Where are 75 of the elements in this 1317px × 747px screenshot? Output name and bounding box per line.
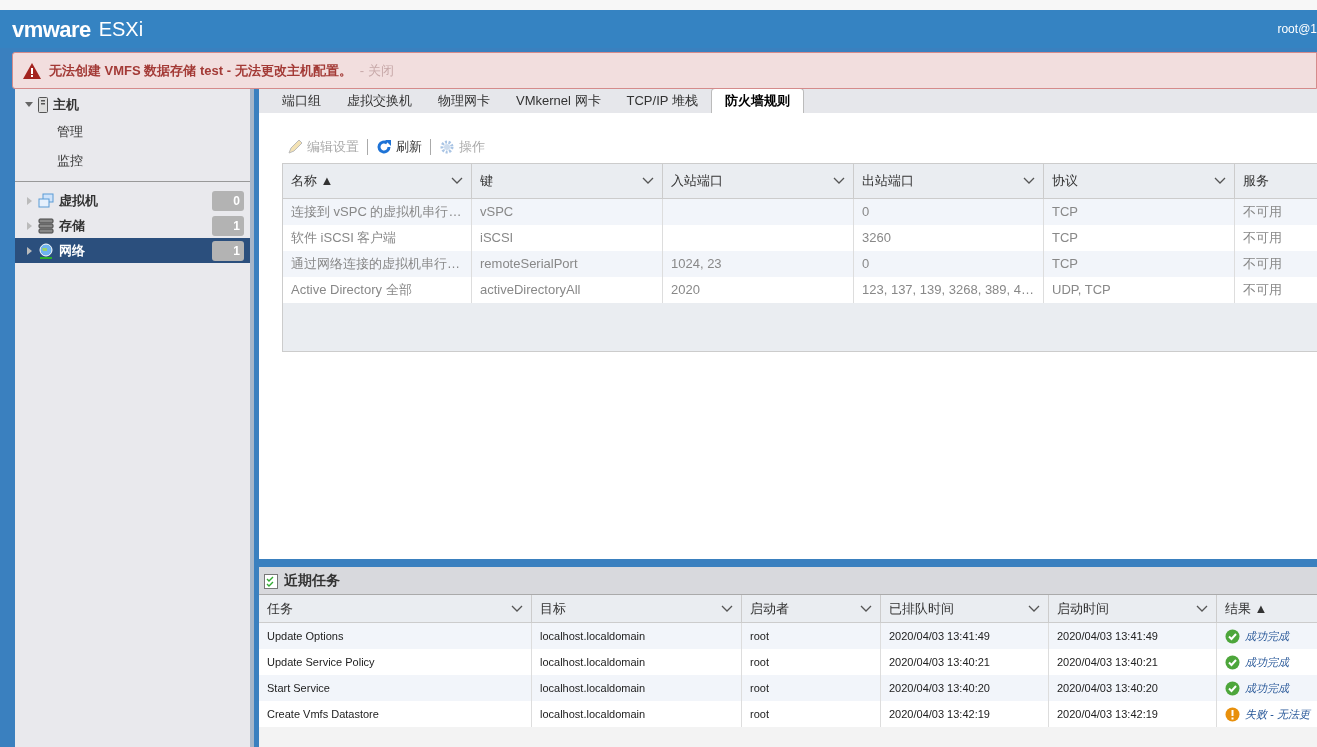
count-badge: 1 [212, 215, 244, 236]
globe-icon [38, 242, 54, 259]
caret-down-icon[interactable] [25, 100, 33, 109]
task-row[interactable]: Update Options localhost.localdomain root 2020/04/03 13:41:49 2020/04/03 13:41:49 成功完成 [259, 623, 1317, 649]
column-header[interactable]: 服务 [1235, 164, 1317, 198]
chevron-down-icon[interactable] [833, 177, 845, 185]
pencil-icon [287, 139, 303, 155]
column-header[interactable]: 目标 [532, 595, 742, 622]
chevron-down-icon[interactable] [721, 604, 733, 613]
warning-triangle-icon [23, 62, 41, 79]
chevron-down-icon[interactable] [451, 177, 463, 185]
table-cell: activeDirectoryAll [472, 277, 663, 303]
tab[interactable]: VMkernel 网卡 [503, 88, 614, 113]
database-icon [38, 217, 54, 234]
toolbar-button[interactable]: 刷新 [376, 137, 422, 157]
tab[interactable]: 虚拟交换机 [334, 88, 425, 113]
chevron-down-icon[interactable] [860, 604, 872, 613]
tab[interactable]: TCP/IP 堆栈 [613, 88, 711, 113]
caret-right-icon[interactable] [25, 246, 33, 255]
user-menu[interactable]: root@1 [1277, 20, 1317, 38]
column-header[interactable]: 入站端口 [663, 164, 854, 198]
column-header[interactable]: 键 [472, 164, 663, 198]
chevron-down-icon[interactable] [1028, 604, 1040, 613]
table-cell: UDP, TCP [1044, 277, 1235, 303]
column-header[interactable]: 任务 [259, 595, 532, 622]
tab[interactable]: 物理网卡 [425, 88, 503, 113]
result-link[interactable]: 成功完成 [1245, 627, 1289, 645]
column-header[interactable]: 名称 ▲ [283, 164, 472, 198]
vm-icon [38, 192, 54, 209]
gear-icon [439, 139, 455, 155]
tab[interactable]: 端口组 [269, 88, 334, 113]
column-header[interactable]: 已排队时间 [881, 595, 1049, 622]
chevron-down-icon[interactable] [1214, 177, 1226, 185]
column-header[interactable]: 协议 [1044, 164, 1235, 198]
task-row[interactable]: Update Service Policy localhost.localdomain root 2020/04/03 13:40:21 2020/04/03 13:40:21 成功完成 [259, 649, 1317, 675]
result-link[interactable]: 成功完成 [1245, 653, 1289, 671]
refresh-icon [376, 139, 392, 155]
table-row[interactable]: Active Directory 全部 activeDirectoryAll 2020 123, 137, 139, 3268, 389, 4… UDP, TCP 不可用 [283, 277, 1317, 303]
task-row[interactable]: Start Service localhost.localdomain root 2020/04/03 13:40:20 2020/04/03 13:40:20 成功完成 [259, 675, 1317, 701]
chevron-down-icon[interactable] [1196, 604, 1208, 613]
count-badge: 1 [212, 240, 244, 261]
chevron-down-icon[interactable] [1023, 177, 1035, 185]
task-row[interactable]: Create Vmfs Datastore localhost.localdomain root 2020/04/03 13:42:19 2020/04/03 13:42:19 失败 - 无法更 [259, 701, 1317, 727]
table-cell: 2020 [663, 277, 854, 303]
clipboard-check-icon [264, 572, 278, 589]
product-name: ESXi [98, 17, 144, 42]
table-cell: Active Directory 全部 [283, 277, 472, 303]
table-cell: localhost.localdomain [532, 701, 742, 727]
navigator-item[interactable]: 存储 1 [15, 213, 250, 238]
chevron-down-icon[interactable] [511, 604, 523, 613]
count-badge: 0 [212, 190, 244, 211]
server-icon [38, 96, 48, 113]
navigator-item[interactable]: 主机 [15, 92, 250, 117]
column-header[interactable]: 启动者 [742, 595, 881, 622]
table-cell: 2020/04/03 13:42:19 [1049, 701, 1217, 727]
table-row[interactable]: 软件 iSCSI 客户端 iSCSI 3260 TCP 不可用 [283, 225, 1317, 251]
navigator-item[interactable]: 虚拟机 0 [15, 188, 250, 213]
tab[interactable]: 防火墙规则 [710, 88, 804, 113]
chevron-down-icon[interactable] [642, 177, 654, 185]
column-header[interactable]: 结果 ▲ [1217, 595, 1317, 622]
table-cell: 2020/04/03 13:42:19 [881, 701, 1049, 727]
table-cell: 不可用 [1235, 277, 1317, 303]
table-cell: root [742, 701, 881, 727]
result-link[interactable]: 失败 - 无法更 [1245, 705, 1310, 723]
table-cell: 123, 137, 139, 3268, 389, 4… [854, 277, 1044, 303]
column-header[interactable]: 出站端口 [854, 164, 1044, 198]
panel-title: 近期任务 [284, 571, 340, 590]
column-header[interactable]: 启动时间 [1049, 595, 1217, 622]
vmware-logo: vmware [12, 15, 91, 44]
result-link[interactable]: 成功完成 [1245, 679, 1289, 697]
table-cell: Create Vmfs Datastore [259, 701, 532, 727]
navigator-item[interactable]: 管理 [15, 117, 250, 146]
navigator-item[interactable]: 网络 1 [15, 238, 250, 263]
navigator-item[interactable]: 监控 [15, 146, 250, 175]
error-message: 无法创建 VMFS 数据存储 test - 无法更改主机配置。 [49, 61, 352, 80]
